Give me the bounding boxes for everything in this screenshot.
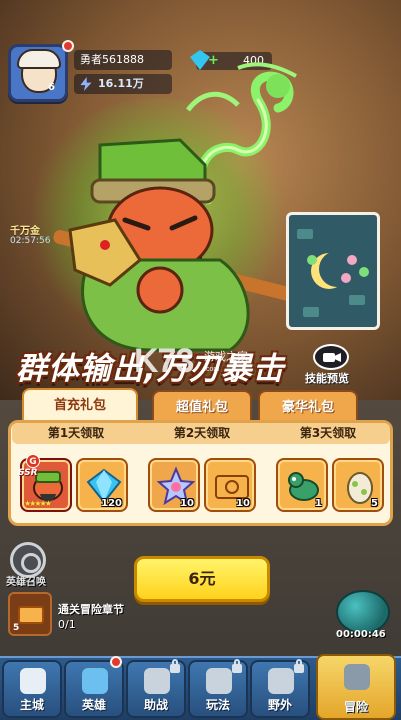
camera-lens-icon (334, 353, 341, 362)
skill-preview-window[interactable] (286, 212, 380, 330)
tab-deluxe-pack[interactable]: 豪华礼包 (258, 390, 358, 422)
nav-wild[interactable]: 野外 (250, 659, 310, 718)
preview-enemy (347, 255, 357, 265)
tab-value-pack[interactable]: 超值礼包 (152, 390, 252, 422)
quest-count: 5 (13, 623, 20, 633)
day-1-label: 第1天领取 (47, 426, 105, 440)
quest-progress: 0/1 (58, 618, 76, 631)
hero-grade-badge: G (26, 454, 40, 468)
scroll-icon (206, 668, 232, 694)
portal-icon (268, 668, 294, 694)
nav-adventure[interactable]: 冒险 (316, 654, 396, 720)
combat-power: 16.11万 (74, 74, 172, 94)
reward-item-star-crystal[interactable]: 10 (148, 458, 200, 512)
quest-description[interactable]: 通关冒险章节 (58, 601, 124, 617)
item-quantity: 5 (371, 498, 378, 509)
purchase-button[interactable]: 6元 (134, 556, 270, 602)
player-level: 6 (48, 82, 55, 93)
reward-item-diamond[interactable]: 120 (76, 458, 128, 512)
reward-timer: 00:00:46 (336, 629, 386, 640)
day-3-label: 第3天领取 (299, 426, 357, 440)
game-scene: 6 勇者561888 16.11万 + 400 千万金 02:57:56 (0, 0, 401, 720)
player-avatar[interactable] (8, 44, 68, 102)
skill-preview-button[interactable] (313, 344, 349, 370)
hero-helmet-icon (82, 668, 108, 694)
tab-first-recharge[interactable]: 首充礼包 (22, 388, 138, 424)
preview-tile (349, 295, 365, 305)
day-2-label: 第2天领取 (173, 426, 231, 440)
player-name: 勇者561888 (74, 50, 172, 70)
power-bolt-icon (80, 77, 92, 91)
reward-item-egg[interactable]: 5 (332, 458, 384, 512)
combat-power-value: 16.11万 (98, 77, 144, 90)
video-camera-icon (323, 353, 335, 362)
lock-icon (232, 659, 242, 673)
quest-ticket-button[interactable]: 5 (8, 592, 52, 636)
avatar-notification-dot (62, 40, 74, 52)
hero-summon-label[interactable]: 英雄召唤 (6, 573, 46, 588)
preview-enemy (341, 273, 351, 283)
item-quantity: 120 (101, 498, 122, 509)
reward-orb-icon[interactable] (336, 590, 390, 634)
preview-tile (303, 307, 319, 317)
nav-assist[interactable]: 助战 (126, 659, 186, 718)
rarity-label: SSR (18, 468, 38, 478)
preview-enemy (359, 267, 369, 277)
nav-label: 助战 (143, 698, 168, 712)
avatar-hair (17, 49, 61, 69)
reward-item-dragon-pet[interactable]: 1 (276, 458, 328, 512)
promo-headline: 群体输出,万刃暴击 (16, 351, 285, 387)
nav-heroes[interactable]: 英雄 (64, 660, 124, 718)
castle-icon (20, 668, 46, 694)
nav-label: 野外 (267, 698, 292, 712)
preview-tile (297, 229, 313, 239)
nav-gameplay[interactable]: 玩法 (188, 659, 248, 718)
item-quantity: 10 (180, 498, 194, 509)
star-rating: ★★★★★ (24, 499, 52, 508)
reward-item-hero-card[interactable]: G SSR ★★★★★ (18, 454, 72, 512)
fist-icon (144, 668, 170, 694)
item-quantity: 10 (236, 498, 250, 509)
heroes-notification-dot (110, 656, 122, 668)
preview-enemy (307, 255, 317, 265)
skill-preview-label[interactable]: 技能预览 (305, 370, 349, 386)
nav-label: 主城 (19, 698, 44, 712)
reward-item-ticket[interactable]: 10 (204, 458, 256, 512)
crossed-swords-icon (344, 664, 370, 690)
item-quantity: 1 (315, 498, 322, 509)
nav-label: 玩法 (205, 698, 230, 712)
lock-icon (294, 659, 304, 673)
ticket-icon (18, 606, 44, 624)
nav-main-city[interactable]: 主城 (2, 660, 62, 718)
nav-label: 冒险 (343, 700, 368, 714)
nav-label: 英雄 (81, 698, 106, 712)
lock-icon (170, 659, 180, 673)
guan-yu-hero (53, 138, 326, 352)
